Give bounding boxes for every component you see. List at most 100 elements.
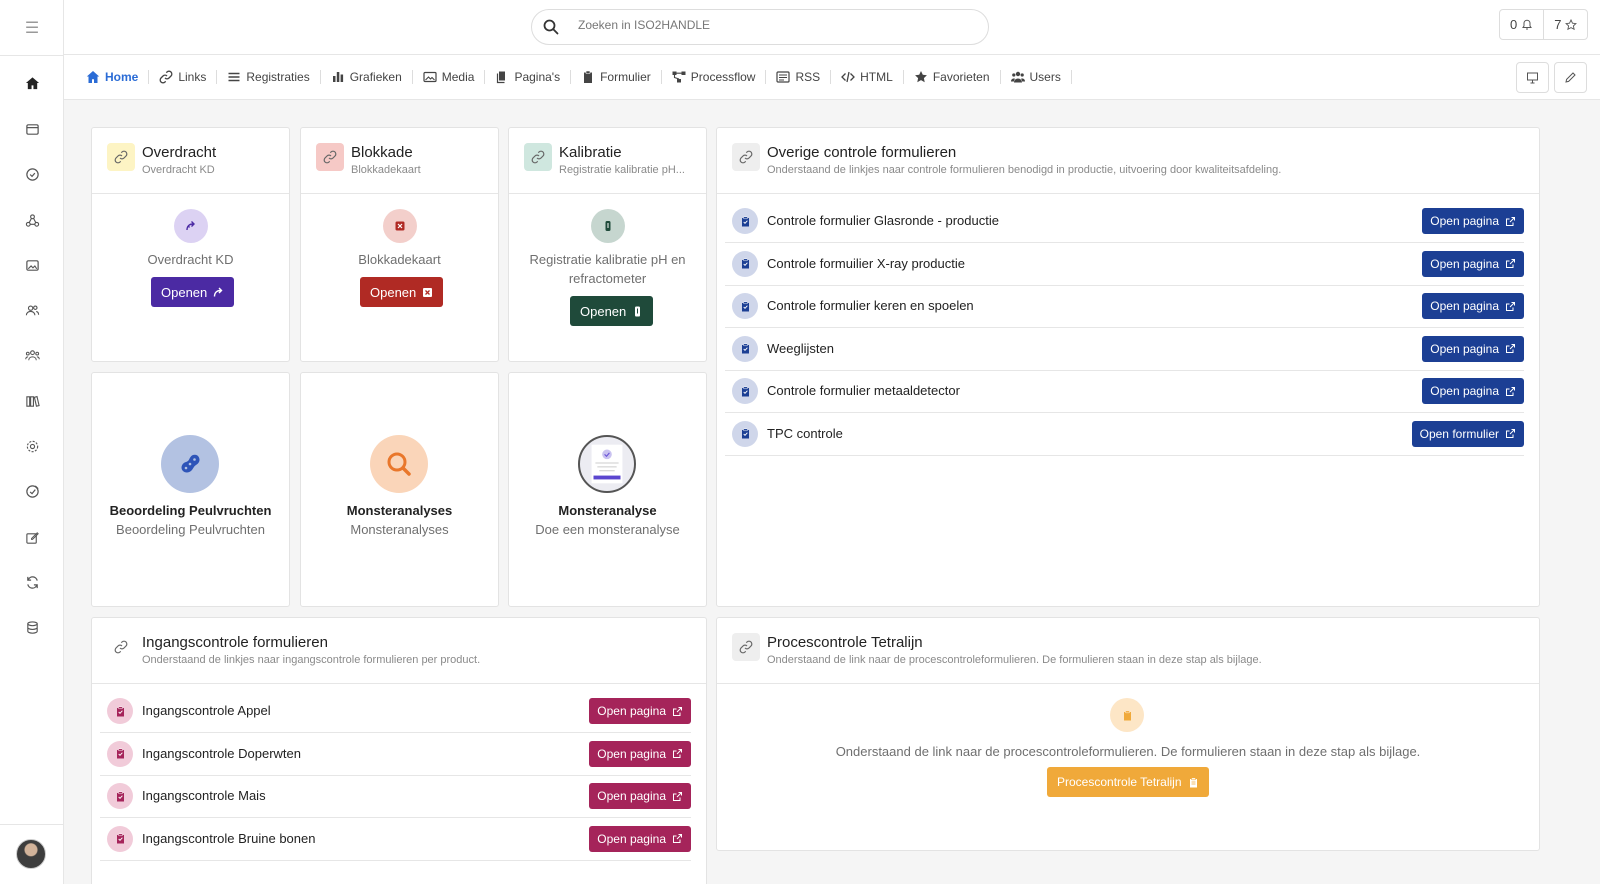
sidebar-library-icon[interactable]	[20, 389, 44, 413]
tab-media[interactable]: Media	[413, 70, 486, 84]
tab-paginas[interactable]: Pagina's	[485, 70, 572, 84]
open-link-button[interactable]: Open pagina	[1422, 208, 1524, 234]
clipboard-check-icon	[732, 250, 758, 277]
tile-title: Beoordeling Peulvruchten	[109, 503, 272, 518]
card-text: Blokkadekaart	[358, 252, 441, 267]
open-link-button[interactable]: Open pagina	[589, 825, 691, 852]
card-subtitle: Registratie kalibratie pH...	[559, 164, 685, 176]
search-input[interactable]	[578, 18, 958, 32]
beoordeling-peulvruchten-tile[interactable]: Beoordeling Peulvruchten Beoordeling Peu…	[91, 372, 290, 607]
top-header: 0 7	[64, 0, 1600, 55]
open-link-button[interactable]: Open pagina	[589, 698, 691, 724]
tab-users[interactable]: Users	[1001, 70, 1072, 84]
favorites-count: 7	[1554, 17, 1562, 32]
hamburger-menu-icon[interactable]: ☰	[20, 18, 44, 38]
clipboard-check-icon	[732, 208, 758, 234]
open-link-button[interactable]: Open formulier	[1411, 420, 1524, 447]
link-icon	[316, 143, 344, 171]
external-link-icon	[672, 833, 683, 844]
magnifier-icon	[370, 435, 428, 493]
sidebar-network-icon[interactable]	[20, 208, 44, 232]
button-label: Open pagina	[597, 704, 666, 718]
open-link-button[interactable]: Open pagina	[1422, 250, 1524, 277]
tab-links[interactable]: Links	[149, 70, 218, 84]
code-icon	[841, 71, 856, 83]
tab-label: Links	[178, 70, 207, 84]
button-label: Procescontrole Tetralijn	[1057, 775, 1182, 789]
external-link-icon	[1505, 216, 1516, 227]
open-link-button[interactable]: Open pagina	[1422, 378, 1524, 404]
monsteranalyses-tile[interactable]: Monsteranalyses Monsteranalyses	[300, 372, 499, 607]
open-link-button[interactable]: Open pagina	[589, 783, 691, 809]
ingangscontrole-card: Ingangscontrole formulieren Onderstaand …	[91, 617, 707, 884]
clipboard-check-icon	[732, 293, 758, 319]
presentation-icon	[1527, 72, 1538, 84]
clipboard-check-icon	[107, 783, 133, 809]
list-item-label: Ingangscontrole Mais	[142, 788, 266, 803]
sidebar-folder-icon[interactable]	[20, 117, 44, 141]
link-icon	[732, 633, 760, 661]
tab-processflow[interactable]: Processflow	[662, 70, 767, 84]
list-item: Ingangscontrole Doperwten Open pagina	[100, 733, 691, 776]
tab-rss[interactable]: RSS	[766, 70, 832, 84]
sidebar-database-icon[interactable]	[20, 615, 44, 639]
sidebar-users-icon[interactable]	[20, 298, 44, 322]
card-subtitle: Onderstaand de link naar de procescontro…	[767, 654, 1262, 666]
open-link-button[interactable]: Open pagina	[1422, 293, 1524, 319]
images-icon	[423, 71, 437, 83]
sidebar-edit-icon[interactable]	[20, 525, 44, 549]
sidebar-home-icon[interactable]	[20, 71, 44, 95]
card-title: Blokkade	[351, 144, 413, 161]
sidebar-sync-icon[interactable]	[20, 570, 44, 594]
clipboard-check-icon	[107, 825, 133, 852]
tab-favorieten[interactable]: Favorieten	[904, 70, 1001, 84]
clipboard-icon	[1189, 777, 1197, 787]
bar-chart-icon	[332, 72, 343, 82]
clipboard-icon	[1110, 698, 1144, 732]
list-item: Ingangscontrole Mais Open pagina	[100, 775, 691, 818]
blokkade-open-button[interactable]: Openen	[360, 277, 444, 307]
tab-registraties[interactable]: Registraties	[217, 70, 321, 84]
button-label: Open pagina	[1430, 341, 1499, 356]
presentation-button[interactable]	[1516, 62, 1549, 93]
card-title: Procescontrole Tetralijn	[767, 634, 923, 651]
left-sidebar: ☰	[0, 0, 64, 884]
avatar[interactable]	[16, 839, 46, 869]
list-item: Controle formuilier X-ray productie Open …	[725, 243, 1524, 286]
monsteranalyse-tile[interactable]: Monsteranalyse Doe een monsteranalyse	[508, 372, 707, 607]
tab-label: HTML	[860, 70, 893, 84]
kalibratie-open-button[interactable]: Openen	[570, 296, 654, 326]
clipboard-check-icon	[732, 378, 758, 404]
sidebar-settings-icon[interactable]	[20, 434, 44, 458]
bell-icon	[1522, 19, 1533, 29]
card-subtitle: Onderstaand de linkjes naar controle for…	[767, 164, 1282, 176]
list-item: Controle formulier Glasronde - productie…	[725, 200, 1524, 243]
card-title: Kalibratie	[559, 144, 622, 161]
button-label: Openen	[161, 284, 208, 300]
sidebar-image-icon[interactable]	[20, 253, 44, 277]
sidebar-check-circle-icon[interactable]	[20, 162, 44, 186]
kalibratie-card: Kalibratie Registratie kalibratie pH... …	[508, 127, 707, 362]
edit-button[interactable]	[1554, 62, 1587, 93]
tab-html[interactable]: HTML	[831, 70, 904, 84]
open-link-button[interactable]: Open pagina	[1422, 335, 1524, 362]
sidebar-badge-check-icon[interactable]	[20, 479, 44, 503]
procescontrole-tetralijn-button[interactable]: Procescontrole Tetralijn	[1047, 767, 1209, 797]
overdracht-open-button[interactable]: Openen	[151, 277, 235, 307]
list-item: Ingangscontrole Appel Open pagina	[100, 690, 691, 733]
tab-grafieken[interactable]: Grafieken	[321, 70, 413, 84]
link-icon	[107, 143, 135, 171]
tile-subtitle: Beoordeling Peulvruchten	[116, 522, 265, 537]
favorites-button[interactable]: 7	[1543, 10, 1587, 39]
thermometer-icon	[635, 306, 641, 316]
open-link-button[interactable]: Open pagina	[589, 740, 691, 767]
tab-home[interactable]: Home	[76, 70, 150, 84]
list-item: TPC controle Open formulier	[725, 413, 1524, 456]
list-item-label: Controle formulier metaaldetector	[767, 383, 960, 398]
tab-formulier[interactable]: Formulier	[571, 70, 662, 84]
sidebar-team-icon[interactable]	[20, 343, 44, 367]
search-bar[interactable]	[531, 9, 989, 45]
card-text: refractometer	[568, 271, 647, 286]
notifications-button[interactable]: 0	[1500, 10, 1543, 39]
external-link-icon	[672, 748, 683, 759]
